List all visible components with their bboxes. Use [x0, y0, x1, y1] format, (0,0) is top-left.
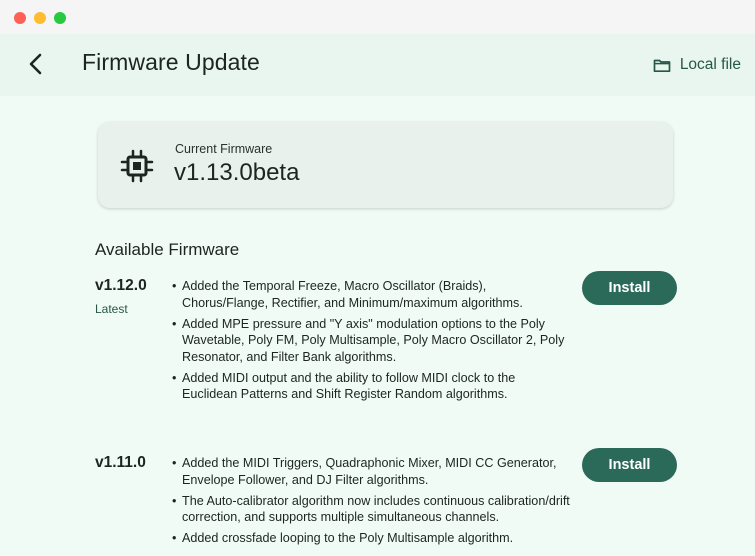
chevron-left-icon [29, 53, 42, 75]
release-notes: Added the MIDI Triggers, Quadraphonic Mi… [172, 455, 570, 551]
release-note: The Auto-calibrator algorithm now includ… [172, 493, 570, 526]
current-firmware-version: v1.13.0beta [174, 159, 300, 186]
release-note: Added crossfade looping to the Poly Mult… [172, 530, 570, 547]
app-bar: Firmware Update Local file [0, 34, 755, 96]
install-button[interactable]: Install [582, 448, 677, 482]
folder-icon [653, 59, 671, 72]
release-version: v1.11.0 [95, 454, 146, 471]
window-titlebar [0, 0, 755, 34]
back-button[interactable] [22, 50, 50, 78]
available-firmware-heading: Available Firmware [95, 240, 240, 259]
install-button[interactable]: Install [582, 271, 677, 305]
latest-badge: Latest [95, 302, 128, 316]
release-note: Added the Temporal Freeze, Macro Oscilla… [172, 278, 570, 311]
release-version: v1.12.0 [95, 277, 147, 294]
current-firmware-card: Current Firmware v1.13.0beta [98, 122, 673, 208]
window-minimize-button[interactable] [34, 12, 46, 24]
release-notes: Added the Temporal Freeze, Macro Oscilla… [172, 278, 570, 407]
current-firmware-label: Current Firmware [175, 142, 273, 156]
local-file-button[interactable]: Local file [653, 53, 741, 77]
chip-icon [120, 149, 154, 183]
release-note: Added MPE pressure and "Y axis" modulati… [172, 316, 570, 366]
window-close-button[interactable] [14, 12, 26, 24]
release-note: Added MIDI output and the ability to fol… [172, 370, 570, 403]
page-title: Firmware Update [82, 49, 260, 75]
release-note: Added the MIDI Triggers, Quadraphonic Mi… [172, 455, 570, 488]
window-zoom-button[interactable] [54, 12, 66, 24]
local-file-label: Local file [679, 56, 741, 73]
